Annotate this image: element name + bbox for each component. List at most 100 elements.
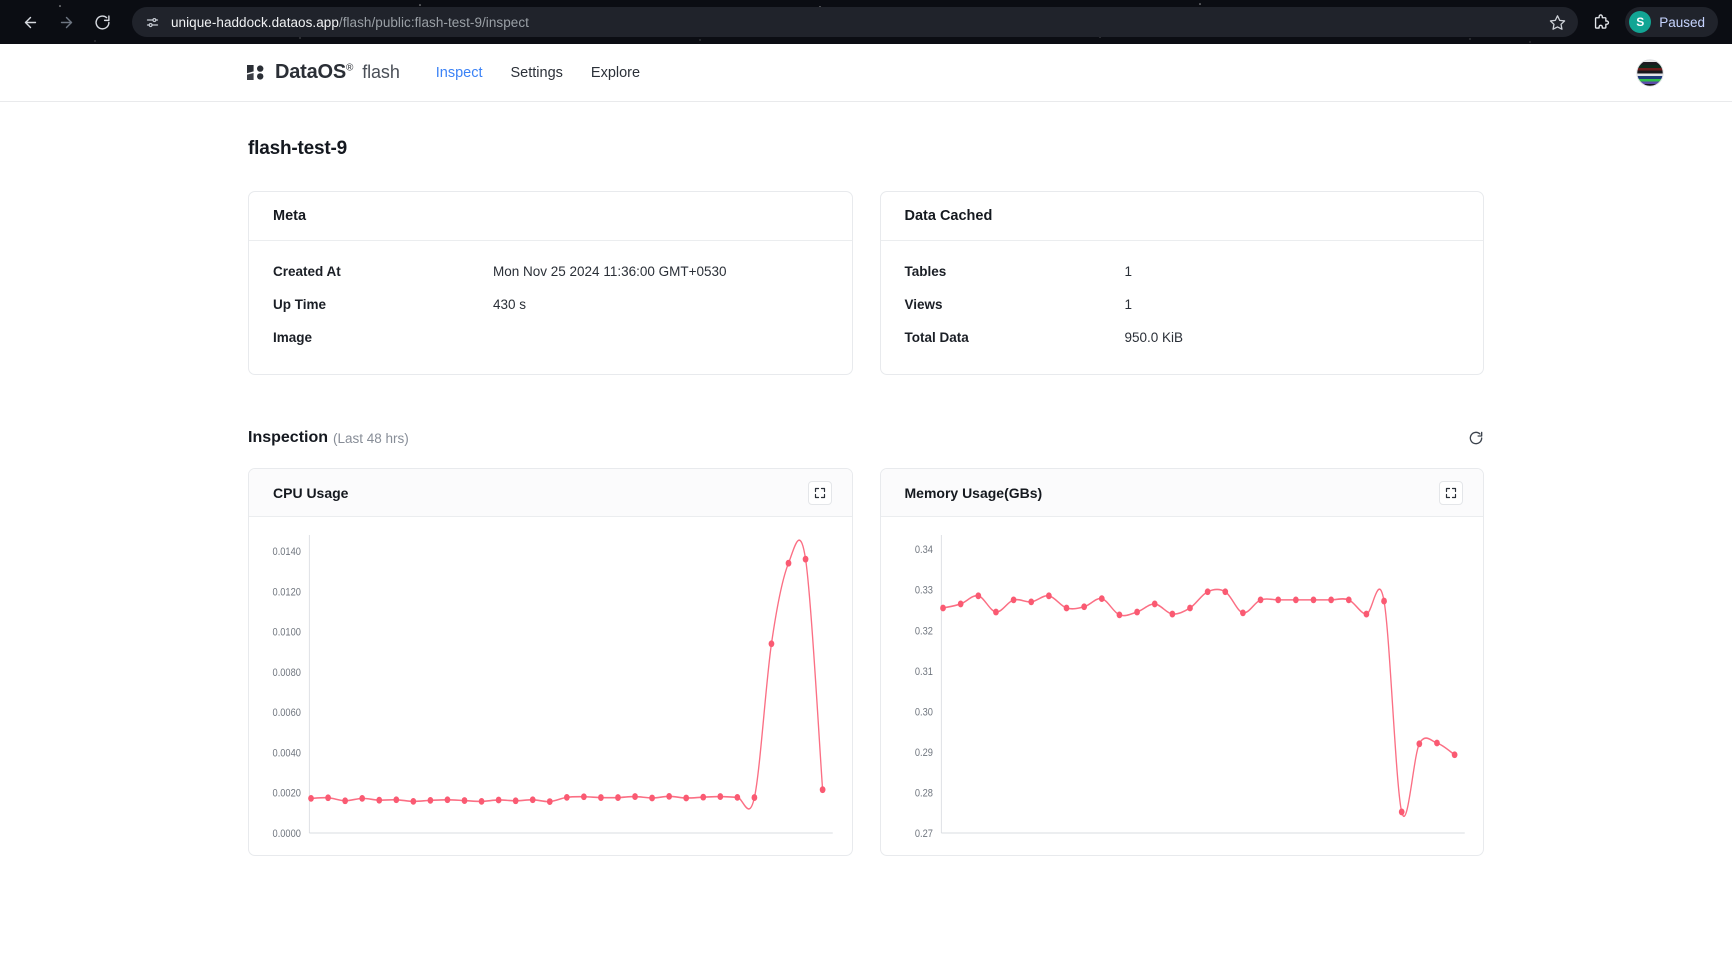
data-point-marker[interactable] [478,797,485,805]
address-bar[interactable]: unique-haddock.dataos.app/flash/public:f… [132,7,1579,37]
data-point-marker[interactable] [700,793,707,801]
cpu-chart-expand-button[interactable] [807,480,832,505]
data-point-marker[interactable] [1415,740,1422,748]
data-point-marker[interactable] [649,794,655,802]
data-point-marker[interactable] [974,592,981,600]
app-header: DataOS® flash Inspect Settings Explore [0,44,1732,102]
data-point-marker[interactable] [939,604,946,612]
data-point-marker[interactable] [1080,603,1087,611]
reload-button[interactable] [86,6,118,38]
data-point-marker[interactable] [1451,751,1457,759]
y-axis-tick-label: 0.30 [914,707,932,719]
nav-link-explore[interactable]: Explore [591,65,640,81]
data-point-marker[interactable] [1168,610,1175,618]
data-point-marker[interactable] [1327,596,1334,604]
data-point-marker[interactable] [581,793,587,801]
data-point-marker[interactable] [683,794,690,802]
data-point-marker[interactable] [598,794,604,801]
data-point-marker[interactable] [802,555,809,563]
extensions-button[interactable] [1592,13,1611,32]
user-avatar[interactable] [1636,58,1664,87]
data-point-marker[interactable] [615,794,621,801]
meta-value-up-time: 430 s [493,297,527,312]
data-point-marker[interactable] [1098,595,1105,603]
expand-icon [814,487,825,498]
data-point-marker[interactable] [666,792,673,800]
profile-button[interactable]: S Paused [1625,7,1718,37]
data-point-marker[interactable] [393,796,400,804]
data-point-marker[interactable] [717,793,724,800]
data-point-marker[interactable] [957,600,964,608]
data-point-marker[interactable] [1380,597,1387,605]
expand-icon [1445,487,1457,498]
data-point-marker[interactable] [563,793,570,801]
data-cached-value-views: 1 [1124,297,1133,312]
data-point-marker[interactable] [1363,610,1369,618]
series-line [310,539,824,810]
data-point-marker[interactable] [1310,596,1316,604]
url-text: unique-haddock.dataos.app/flash/public:f… [171,15,529,30]
data-point-marker[interactable] [1345,596,1352,604]
inspection-header: Inspection (Last 48 hrs) [248,429,1484,447]
data-point-marker[interactable] [461,797,468,804]
nav-link-settings[interactable]: Settings [511,65,563,81]
data-point-marker[interactable] [632,793,638,800]
inspection-subtitle: (Last 48 hrs) [333,430,409,446]
y-axis-tick-label: 0.29 [914,747,932,759]
y-axis-tick-label: 0.0100 [273,627,302,639]
back-button[interactable] [14,6,46,38]
data-point-marker[interactable] [992,608,999,616]
data-point-marker[interactable] [376,796,383,804]
cpu-chart-svg[interactable]: 0.0000 0.0020 0.0040 0.0060 0.0080 0.0100 0.01… [257,525,840,855]
data-point-marker[interactable] [1063,604,1069,612]
back-arrow-icon [24,16,36,28]
profile-status-label: Paused [1659,14,1705,30]
data-point-marker[interactable] [342,797,349,805]
data-point-marker[interactable] [410,797,417,805]
data-point-marker[interactable] [785,559,792,567]
data-point-marker[interactable] [1010,596,1016,604]
site-settings-button[interactable] [142,12,162,32]
data-point-marker[interactable] [1204,588,1211,596]
data-point-marker[interactable] [819,786,826,794]
data-point-marker[interactable] [427,796,434,804]
data-point-marker[interactable] [1239,609,1246,617]
data-point-marker[interactable] [1151,600,1158,608]
data-point-marker[interactable] [1221,588,1228,596]
memory-chart-svg[interactable]: 0.27 0.28 0.29 0.30 0.31 0.32 0.33 0.34 [889,525,1472,855]
nav-link-inspect[interactable]: Inspect [436,65,483,81]
data-point-marker[interactable] [1133,608,1140,616]
brand-logo[interactable]: DataOS® flash [247,61,400,84]
data-point-marker[interactable] [546,798,553,805]
data-point-marker[interactable] [1116,611,1122,619]
data-point-marker[interactable] [1186,604,1193,612]
refresh-button[interactable] [1468,430,1484,446]
data-point-marker[interactable] [512,797,519,805]
data-point-marker[interactable] [495,796,502,804]
data-cached-card-title: Data Cached [880,192,1483,241]
meta-value-created-at: Mon Nov 25 2024 11:36:00 GMT+0530 [493,264,727,279]
data-point-marker[interactable] [1433,739,1440,747]
data-point-marker[interactable] [1027,598,1034,606]
forward-button[interactable] [50,6,82,38]
data-point-marker[interactable] [1292,596,1299,604]
data-point-marker[interactable] [1045,592,1052,600]
data-point-marker[interactable] [308,794,314,802]
data-point-marker[interactable] [529,796,536,804]
data-point-marker[interactable] [734,793,741,801]
data-point-marker[interactable] [768,640,775,648]
data-point-marker[interactable] [325,794,331,802]
data-point-marker[interactable] [1257,596,1263,604]
data-cached-value-total-data: 950.0 KiB [1124,330,1184,345]
data-cached-key-views: Views [904,297,943,312]
bookmark-button[interactable] [1549,14,1566,31]
data-point-marker[interactable] [1274,596,1281,604]
data-point-marker[interactable] [359,794,366,802]
data-point-marker[interactable] [444,796,451,804]
data-point-marker[interactable] [1398,808,1405,816]
data-cached-card: Data Cached Tables 1 Views 1 Total Data … [879,191,1484,375]
data-point-marker[interactable] [751,794,758,801]
meta-card: Meta Created At Mon Nov 25 2024 11:36:00… [248,191,853,375]
cpu-chart-plot: 0.0000 0.0020 0.0040 0.0060 0.0080 0.0100 0.01… [249,517,852,855]
memory-chart-expand-button[interactable] [1439,480,1463,505]
